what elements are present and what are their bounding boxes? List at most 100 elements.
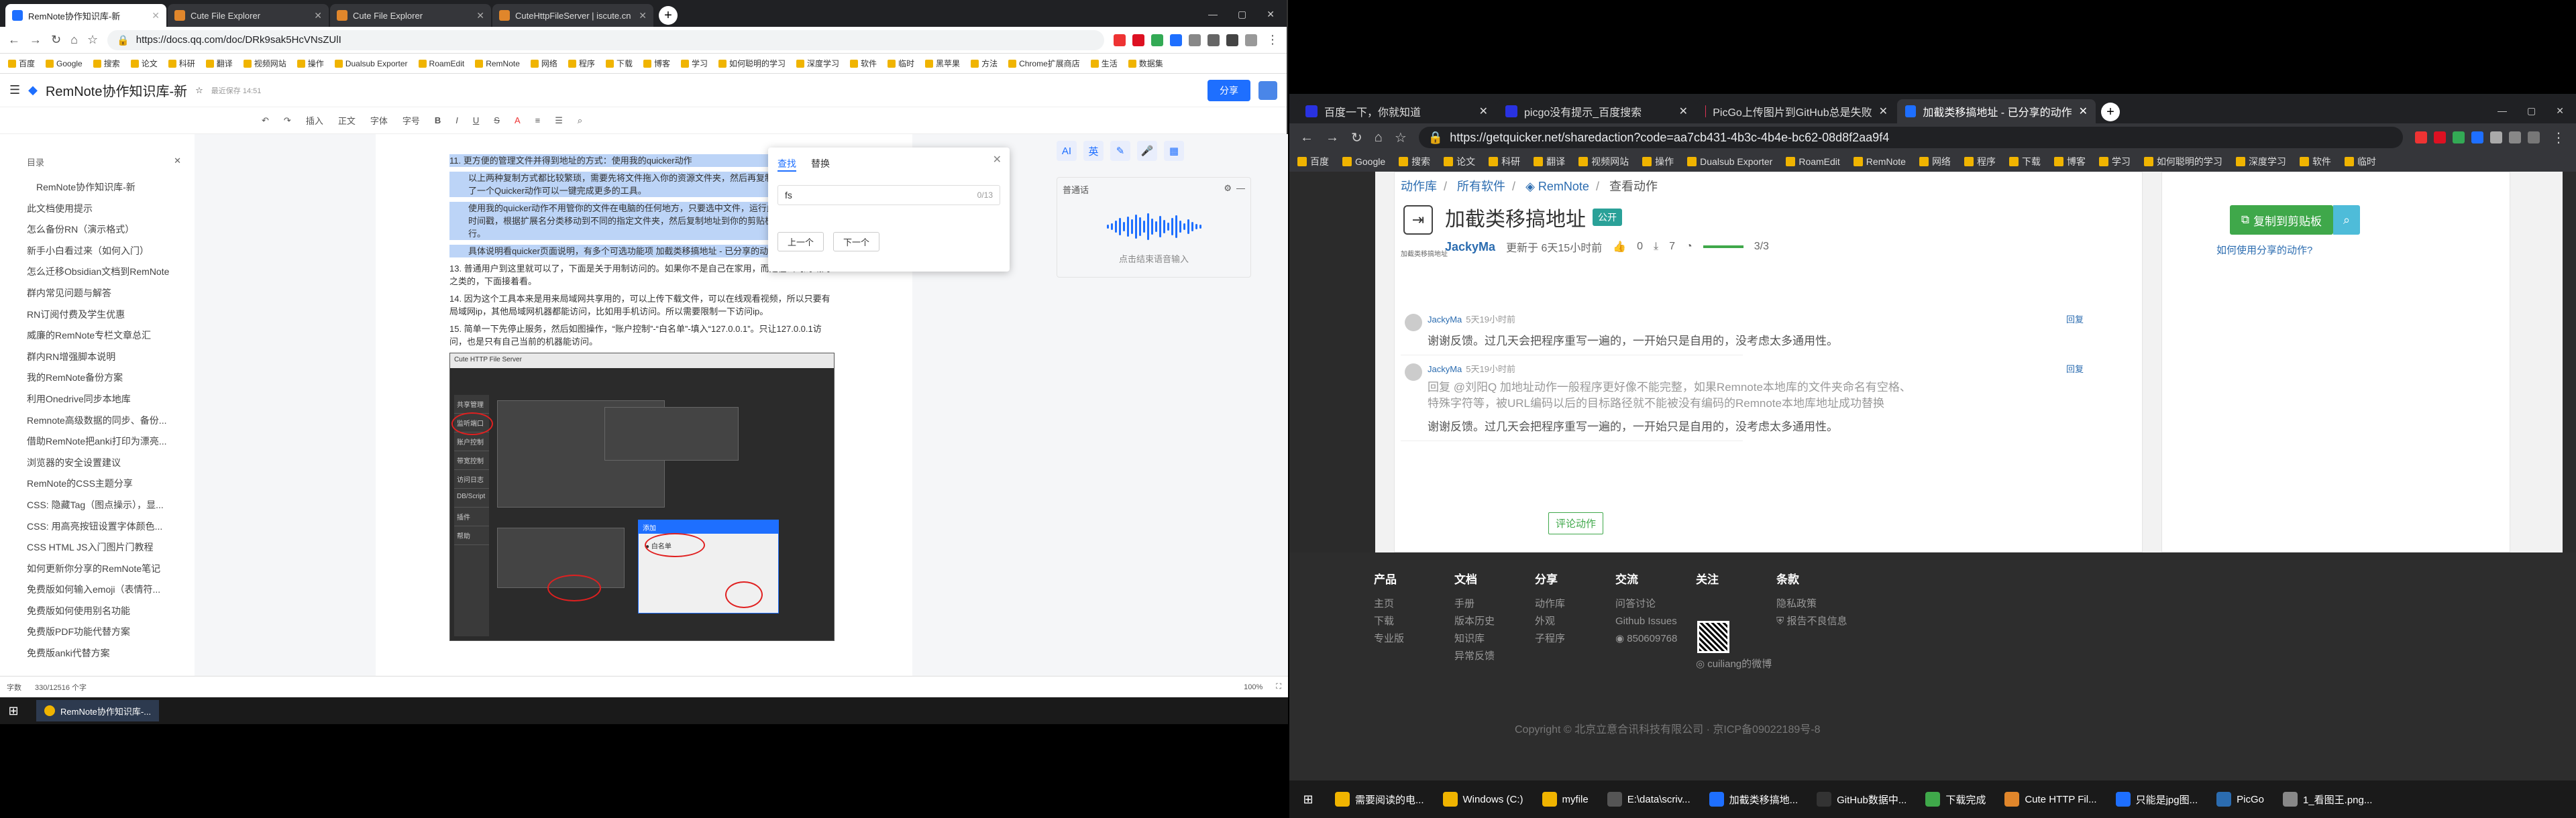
menu-icon[interactable]: ⋮	[1267, 33, 1279, 47]
taskbar-item[interactable]: 只能是jpg图...	[2108, 786, 2206, 813]
minimize-icon[interactable]: —	[2498, 105, 2507, 117]
footer-link[interactable]: 异常反馈	[1454, 648, 1495, 665]
author-link[interactable]: JackyMa	[1445, 240, 1495, 254]
outline-item[interactable]: 免费版anki代替方案	[27, 646, 188, 668]
italic-button[interactable]: I	[455, 115, 458, 125]
outline-item[interactable]: 威廉的RemNote专栏文章总汇	[27, 329, 188, 350]
bookmark-item[interactable]: 下载	[606, 58, 633, 69]
close-window-icon[interactable]: ✕	[1267, 9, 1275, 20]
taskbar-item[interactable]: 加截类移搞地...	[1701, 786, 1807, 813]
ai-icon[interactable]: AI	[1057, 141, 1077, 161]
bookmark-item[interactable]: 科研	[168, 58, 195, 69]
right-tab-0[interactable]: 百度一下，你就知道 ✕	[1297, 99, 1496, 123]
extension-icon[interactable]	[2471, 131, 2483, 143]
bookmark-item[interactable]: 博客	[643, 58, 670, 69]
outline-item[interactable]: RN订阅付费及学生优惠	[27, 308, 188, 329]
outline-item[interactable]: 我的RemNote备份方案	[27, 371, 188, 392]
bookmark-item[interactable]: Google	[1342, 156, 1385, 167]
extension-icon[interactable]	[2453, 131, 2465, 143]
reload-icon[interactable]: ↻	[1351, 129, 1362, 146]
outline-item[interactable]: 如何更新你分享的RemNote笔记	[27, 562, 188, 583]
maximize-icon[interactable]: ▢	[2527, 105, 2536, 117]
taskbar-item[interactable]: 需要阅读的电...	[1327, 786, 1432, 813]
fullscreen-icon[interactable]: ⛶	[1276, 683, 1281, 691]
microphone-icon[interactable]: 🎤	[1137, 141, 1157, 161]
back-icon[interactable]: ←	[1300, 130, 1313, 145]
extension-icon[interactable]	[2490, 131, 2502, 143]
bookmark-item[interactable]: 网络	[531, 58, 557, 69]
bookmark-item[interactable]: 下载	[2009, 155, 2041, 168]
zoom-button[interactable]: ⌕	[2333, 205, 2360, 235]
bookmark-item[interactable]: 程序	[1964, 155, 1996, 168]
footer-link[interactable]: 手册	[1454, 595, 1495, 613]
like-icon[interactable]: 👍	[1613, 240, 1626, 253]
redo-icon[interactable]: ↷	[284, 115, 291, 126]
footer-link[interactable]: 子程序	[1535, 630, 1565, 648]
bookmark-item[interactable]: 百度	[1297, 155, 1329, 168]
outline-item[interactable]: RemNote的CSS主题分享	[27, 477, 188, 498]
breadcrumb-item[interactable]: 所有软件	[1457, 180, 1505, 193]
new-tab-button[interactable]: +	[2101, 103, 2120, 121]
bookmark-item[interactable]: 视频网站	[244, 58, 286, 69]
bookmark-item[interactable]: 软件	[850, 58, 877, 69]
close-icon[interactable]: ✕	[1479, 105, 1488, 118]
search-icon[interactable]: ⌕	[578, 115, 582, 126]
strike-button[interactable]: S	[494, 115, 500, 125]
bookmark-item[interactable]: 生活	[1091, 58, 1118, 69]
outline-item[interactable]: CSS: 隐藏Tag（图点操示），显...	[27, 498, 188, 520]
close-icon[interactable]: ✕	[1679, 105, 1688, 118]
copy-to-clipboard-button[interactable]: ⧉ 复制到剪贴板	[2230, 205, 2333, 235]
reload-icon[interactable]: ↻	[51, 33, 61, 47]
gear-icon[interactable]: ⚙	[1224, 183, 1232, 194]
taskbar-item[interactable]: PicGo	[2208, 786, 2272, 813]
star-icon[interactable]: ☆	[87, 33, 98, 47]
voice-mode[interactable]: 普通话	[1063, 185, 1089, 195]
bookmark-item[interactable]: Dualsub Exporter	[335, 59, 408, 68]
tab-find[interactable]: 查找	[777, 157, 796, 172]
bookmark-item[interactable]: 深度学习	[2236, 155, 2286, 168]
taskbar-item[interactable]: Windows (C:)	[1435, 786, 1532, 813]
outline-item[interactable]: RemNote协作知识库-新	[27, 180, 188, 202]
footer-link[interactable]: 知识库	[1454, 630, 1495, 648]
bookmark-item[interactable]: 网络	[1919, 155, 1951, 168]
doc-paragraph[interactable]: 14. 因为这个工具本来是用来局域网共享用的，可以上传下载文件，可以在线观看视频…	[449, 292, 839, 318]
bookmark-item[interactable]: 操作	[1642, 155, 1674, 168]
outline-item[interactable]: 新手小白看过来（如何入门）	[27, 244, 188, 266]
reply-link[interactable]: 回复	[2066, 312, 2084, 325]
url-field[interactable]: 🔒 https://docs.qq.com/doc/DRk9sak5HcVNsZU…	[107, 30, 1104, 50]
bookmark-item[interactable]: 视频网站	[1578, 155, 1629, 168]
right-tab-2[interactable]: PicGo上传图片到GitHub总是失败 ✕	[1697, 99, 1896, 123]
bookmark-item[interactable]: 软件	[2300, 155, 2331, 168]
close-icon[interactable]: ✕	[152, 10, 160, 21]
bookmark-item[interactable]: 学习	[2099, 155, 2131, 168]
hamburger-icon[interactable]: ☰	[9, 83, 20, 97]
extension-icon[interactable]	[2415, 131, 2427, 143]
close-window-icon[interactable]: ✕	[2556, 105, 2564, 117]
extension-icon[interactable]	[1226, 34, 1238, 46]
left-tab-1[interactable]: Cute File Explorer ✕	[168, 4, 329, 27]
footer-link[interactable]: 主页	[1374, 595, 1404, 613]
insert-menu[interactable]: 插入	[306, 114, 323, 127]
voice-hint[interactable]: 点击结束语音输入	[1063, 252, 1245, 265]
extension-icon[interactable]	[1151, 34, 1163, 46]
bookmark-item[interactable]: 学习	[681, 58, 708, 69]
bookmark-item[interactable]: 程序	[568, 58, 595, 69]
taskbar-item[interactable]: 1_看图王.png...	[2275, 786, 2380, 813]
bookmark-item[interactable]: 翻译	[206, 58, 233, 69]
outline-item[interactable]: 群内常见问题与解答	[27, 286, 188, 308]
underline-button[interactable]: U	[473, 115, 479, 125]
extension-icon[interactable]	[1245, 34, 1257, 46]
taskbar-item[interactable]: myfile	[1534, 786, 1597, 813]
english-icon[interactable]: 英	[1083, 141, 1104, 161]
bookmark-item[interactable]: 方法	[971, 58, 998, 69]
outline-item[interactable]: CSS: 用高亮按钮设置字体颜色...	[27, 520, 188, 541]
extension-icon[interactable]	[2509, 131, 2521, 143]
bookmark-item[interactable]: 论文	[131, 58, 158, 69]
breadcrumb-item[interactable]: RemNote	[1538, 180, 1589, 193]
maximize-icon[interactable]: ▢	[1238, 9, 1246, 20]
outline-item[interactable]: 免费版如何使用别名功能	[27, 604, 188, 626]
close-icon[interactable]: ✕	[476, 10, 484, 21]
comment-author[interactable]: JackyMa	[1428, 364, 1462, 374]
outline-item[interactable]: 群内RN增强脚本说明	[27, 350, 188, 371]
star-icon[interactable]: ☆	[195, 85, 203, 96]
